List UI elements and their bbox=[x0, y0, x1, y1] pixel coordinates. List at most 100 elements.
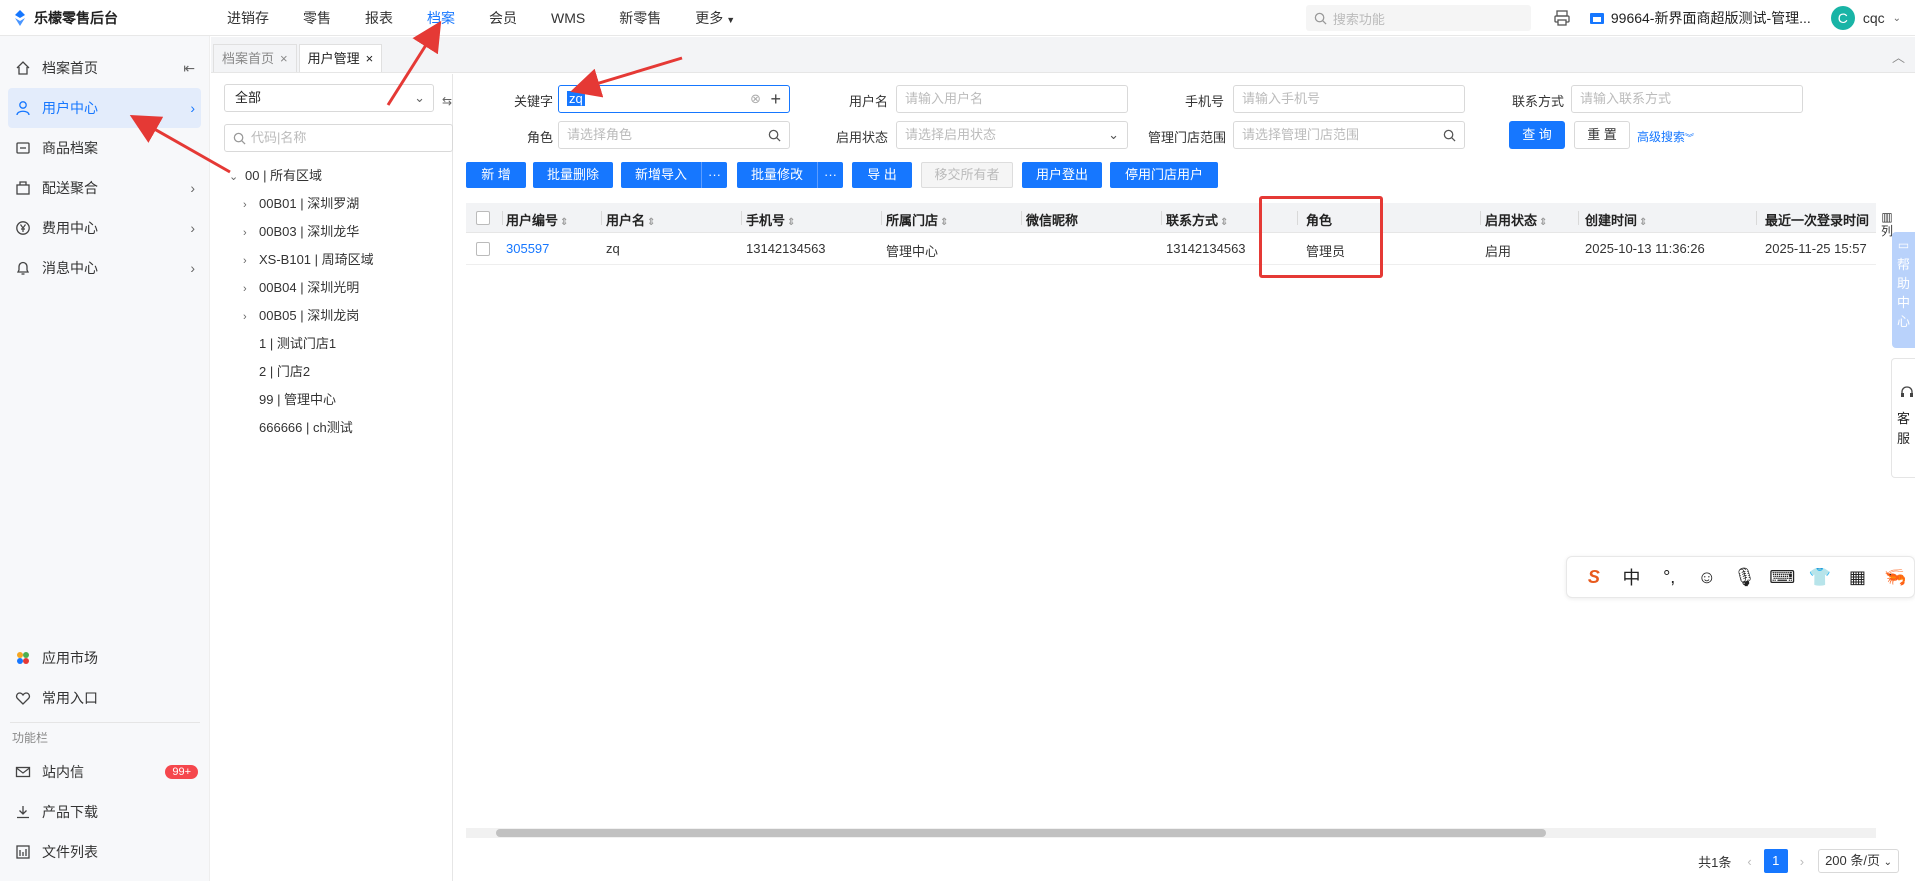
collapsed-arrow-icon[interactable]: › bbox=[243, 247, 259, 275]
page-number[interactable]: 1 bbox=[1763, 849, 1788, 873]
nav-item-new-retail[interactable]: 新零售 bbox=[602, 0, 678, 36]
tree-search-input[interactable]: 代码|名称 bbox=[224, 124, 453, 152]
advanced-search-link[interactable]: 高级搜索︾ bbox=[1637, 128, 1694, 145]
select-all-checkbox[interactable] bbox=[476, 211, 490, 225]
horizontal-scrollbar[interactable] bbox=[466, 828, 1876, 838]
query-button[interactable]: 查 询 bbox=[1509, 121, 1565, 149]
customer-service-tab[interactable]: 客服 bbox=[1891, 358, 1915, 478]
table-row[interactable]: 305597 zq 13142134563 管理中心 13142134563 管… bbox=[466, 233, 1876, 265]
batch-delete-button[interactable]: 批量删除 bbox=[533, 162, 613, 188]
sidebar-item-user-center[interactable]: 用户中心 › bbox=[8, 88, 201, 128]
toolbox-icon[interactable]: ▦ bbox=[1839, 567, 1877, 588]
tree-leaf[interactable]: 99 | 管理中心 bbox=[229, 386, 374, 414]
transfer-owner-button[interactable]: 移交所有者 bbox=[921, 162, 1013, 188]
close-icon[interactable]: × bbox=[280, 46, 288, 72]
page-size-select[interactable]: 200 条/页 ⌄ bbox=[1818, 849, 1899, 873]
nav-item-report[interactable]: 报表 bbox=[348, 0, 410, 36]
sidebar-item-favorites[interactable]: 常用入口 bbox=[0, 678, 210, 718]
keyword-input[interactable]: zq ⊗ + bbox=[558, 85, 790, 113]
batch-edit-button[interactable]: 批量修改 bbox=[737, 162, 817, 188]
tab-archive-home[interactable]: 档案首页 × bbox=[213, 44, 297, 72]
column-header-phone[interactable]: 手机号 ⇕ bbox=[746, 210, 795, 229]
import-more-button[interactable]: ··· bbox=[701, 162, 727, 188]
tree-leaf[interactable]: 2 | 门店2 bbox=[229, 358, 374, 386]
tree-leaf[interactable]: 1 | 测试门店1 bbox=[229, 330, 374, 358]
import-button[interactable]: 新增导入 bbox=[621, 162, 701, 188]
reset-button[interactable]: 重 置 bbox=[1574, 121, 1630, 149]
export-button[interactable]: 导 出 bbox=[852, 162, 912, 188]
ime-logo-icon[interactable]: S bbox=[1575, 567, 1613, 588]
batch-edit-more-button[interactable]: ··· bbox=[817, 162, 843, 188]
username-input[interactable]: 请输入用户名 bbox=[896, 85, 1128, 113]
sidebar-item-message[interactable]: 消息中心 › bbox=[0, 248, 209, 288]
ime-language-toggle[interactable]: 中 bbox=[1613, 564, 1651, 590]
sort-icon[interactable]: ⇕ bbox=[1220, 217, 1228, 228]
collapsed-arrow-icon[interactable]: › bbox=[243, 191, 259, 219]
sort-icon[interactable]: ⇕ bbox=[647, 217, 655, 228]
column-header-store[interactable]: 所属门店 ⇕ bbox=[886, 210, 948, 229]
sort-icon[interactable]: ⇕ bbox=[1639, 217, 1647, 228]
column-header-status[interactable]: 启用状态 ⇕ bbox=[1485, 210, 1547, 229]
user-menu[interactable]: C cqc ⌄ bbox=[1830, 6, 1901, 30]
column-header-username[interactable]: 用户名 ⇕ bbox=[606, 210, 655, 229]
user-logout-button[interactable]: 用户登出 bbox=[1022, 162, 1102, 188]
column-header-created[interactable]: 创建时间 ⇕ bbox=[1585, 210, 1647, 229]
sidebar-item-file-list[interactable]: 文件列表 bbox=[0, 832, 210, 872]
role-select[interactable]: 请选择角色 bbox=[558, 121, 790, 149]
store-scope-select[interactable]: 请选择管理门店范围 bbox=[1233, 121, 1465, 149]
scrollbar-thumb[interactable] bbox=[496, 829, 1546, 837]
nav-item-jxc[interactable]: 进销存 bbox=[210, 0, 286, 36]
microphone-icon[interactable]: 🎙 bbox=[1726, 567, 1764, 588]
nav-item-retail[interactable]: 零售 bbox=[286, 0, 348, 36]
plus-icon[interactable]: + bbox=[770, 86, 781, 112]
tree-leaf[interactable]: 666666 | ch测试 bbox=[229, 414, 374, 442]
sidebar-item-fee[interactable]: 费用中心 › bbox=[0, 208, 209, 248]
collapsed-arrow-icon[interactable]: › bbox=[243, 219, 259, 247]
sidebar-item-inbox[interactable]: 站内信 99+ bbox=[0, 752, 210, 792]
app-logo[interactable]: 乐檬零售后台 bbox=[0, 8, 210, 28]
contact-input[interactable]: 请输入联系方式 bbox=[1571, 85, 1803, 113]
ime-mascot-icon[interactable]: 🦐 bbox=[1876, 567, 1914, 588]
phone-input[interactable]: 请输入手机号 bbox=[1233, 85, 1465, 113]
nav-item-member[interactable]: 会员 bbox=[472, 0, 534, 36]
prev-page-icon[interactable]: ‹ bbox=[1743, 854, 1755, 869]
sidebar-item-download[interactable]: 产品下载 bbox=[0, 792, 210, 832]
nav-item-more[interactable]: 更多 ▼ bbox=[678, 0, 752, 36]
status-select[interactable]: 请选择启用状态 ⌄ bbox=[896, 121, 1128, 149]
store-switcher[interactable]: 99664-新界面商超版测试-管理... bbox=[1589, 8, 1811, 28]
tree-node[interactable]: › 00B03 | 深圳龙华 bbox=[229, 218, 374, 246]
user-id-link[interactable]: 305597 bbox=[506, 241, 549, 256]
region-scope-select[interactable]: 全部 ⌄ bbox=[224, 84, 434, 112]
next-page-icon[interactable]: › bbox=[1796, 854, 1808, 869]
nav-item-archive[interactable]: 档案 bbox=[410, 0, 472, 36]
clear-icon[interactable]: ⊗ bbox=[750, 86, 761, 112]
emoji-icon[interactable]: ☺ bbox=[1688, 567, 1726, 588]
sort-icon[interactable]: ⇕ bbox=[1539, 217, 1547, 228]
tree-settings-icon[interactable]: ⇆ bbox=[442, 94, 452, 108]
sidebar-item-goods[interactable]: 商品档案 bbox=[0, 128, 209, 168]
skin-icon[interactable]: 👕 bbox=[1801, 567, 1839, 588]
close-icon[interactable]: × bbox=[366, 46, 374, 72]
sidebar-item-delivery[interactable]: 配送聚合 › bbox=[0, 168, 209, 208]
tree-node[interactable]: › 00B01 | 深圳罗湖 bbox=[229, 190, 374, 218]
tree-node[interactable]: › 00B05 | 深圳龙岗 bbox=[229, 302, 374, 330]
tree-node[interactable]: › XS-B101 | 周琦区域 bbox=[229, 246, 374, 274]
function-search-input[interactable]: 搜索功能 bbox=[1305, 5, 1531, 31]
collapsed-arrow-icon[interactable]: › bbox=[243, 275, 259, 303]
disable-store-user-button[interactable]: 停用门店用户 bbox=[1110, 162, 1218, 188]
nav-item-wms[interactable]: WMS bbox=[534, 0, 602, 36]
printer-icon[interactable] bbox=[1553, 9, 1571, 27]
tree-node[interactable]: › 00B04 | 深圳光明 bbox=[229, 274, 374, 302]
tab-user-management[interactable]: 用户管理 × bbox=[298, 44, 383, 72]
sort-icon[interactable]: ⇕ bbox=[940, 217, 948, 228]
collapse-up-icon[interactable]: ︿ bbox=[1892, 47, 1905, 66]
collapsed-arrow-icon[interactable]: › bbox=[243, 303, 259, 331]
tree-node-root[interactable]: ⌄ 00 | 所有区域 bbox=[229, 162, 374, 190]
sidebar-item-app-market[interactable]: 应用市场 bbox=[0, 638, 210, 678]
row-checkbox[interactable] bbox=[476, 242, 490, 256]
expanded-arrow-icon[interactable]: ⌄ bbox=[229, 163, 245, 191]
help-center-tab[interactable]: ▭ 帮助中心 bbox=[1892, 232, 1915, 348]
sort-icon[interactable]: ⇕ bbox=[560, 217, 568, 228]
collapse-sidebar-icon[interactable]: ⇤ bbox=[183, 60, 195, 77]
add-button[interactable]: 新 增 bbox=[466, 162, 526, 188]
